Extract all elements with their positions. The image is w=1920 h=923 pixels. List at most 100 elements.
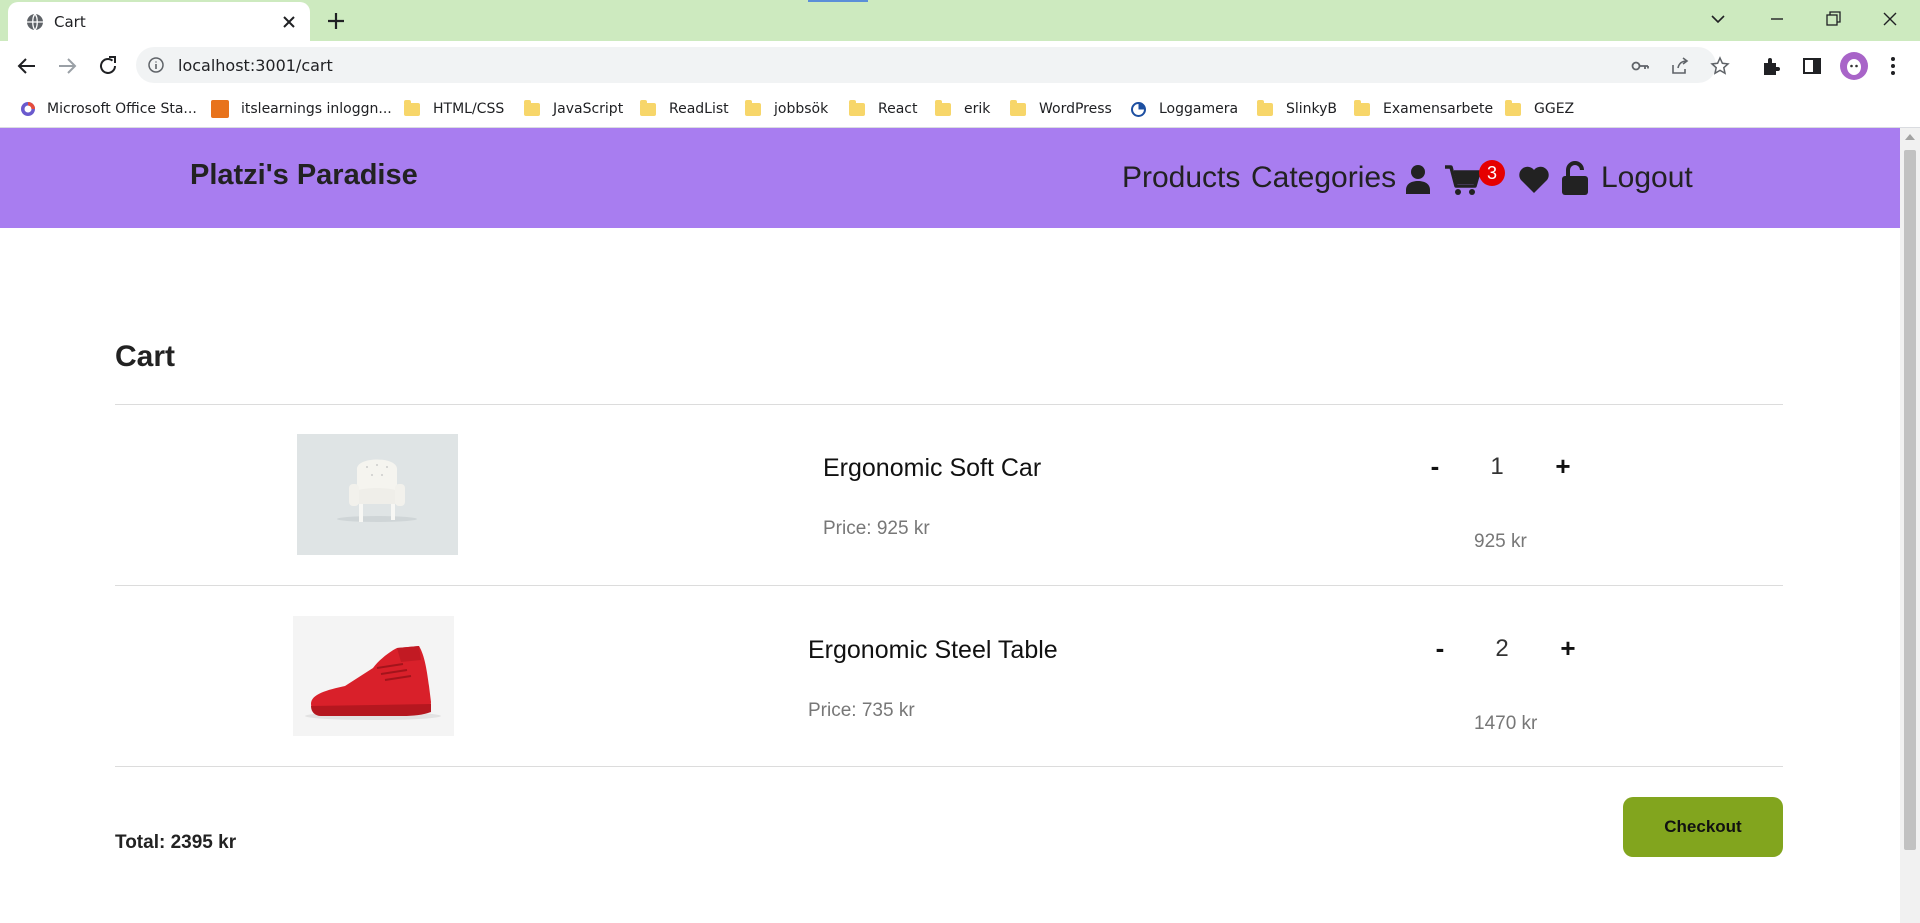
page-viewport: Platzi's Paradise Products Categories 3 … — [0, 128, 1900, 923]
bookmark-label: itslearnings inloggn... — [241, 101, 392, 117]
heart-icon[interactable] — [1518, 166, 1550, 194]
checkout-button[interactable]: Checkout — [1623, 797, 1783, 857]
close-window-icon[interactable] — [1880, 9, 1900, 29]
side-panel-icon[interactable] — [1801, 55, 1823, 77]
browser-toolbar: localhost:3001/cart — [0, 41, 1920, 90]
profile-face-icon — [1847, 59, 1861, 75]
bookmark-label: Examensarbete — [1383, 101, 1494, 117]
unlock-icon[interactable] — [1561, 161, 1589, 195]
folder-icon — [849, 99, 865, 116]
url-text: localhost:3001/cart — [178, 56, 333, 75]
folder-icon — [1257, 99, 1273, 116]
its-icon — [211, 100, 229, 118]
site-info-icon[interactable] — [148, 57, 164, 73]
scroll-up-arrow-icon[interactable] — [1905, 134, 1915, 140]
product-price: Price: 925 kr — [823, 518, 930, 539]
share-icon[interactable] — [1670, 56, 1690, 76]
bookmark-javascript[interactable]: JavaScript — [524, 98, 623, 120]
bookmark-label: HTML/CSS — [433, 101, 505, 117]
bookmark-label: jobbsök — [774, 101, 829, 117]
cart-count-badge: 3 — [1479, 160, 1505, 186]
browser-tabstrip: Cart — [0, 0, 1920, 41]
address-bar[interactable]: localhost:3001/cart — [136, 47, 1730, 83]
product-price: Price: 735 kr — [808, 700, 915, 721]
nav-logout-link[interactable]: Logout — [1601, 161, 1693, 195]
bookmark-label: React — [878, 101, 918, 117]
folder-icon — [935, 99, 951, 116]
bookmarks-bar: Microsoft Office Sta... itslearnings inl… — [0, 90, 1920, 128]
folder-icon — [1505, 99, 1521, 116]
site-brand[interactable]: Platzi's Paradise — [190, 159, 418, 192]
cart-total: Total: 2395 kr — [115, 832, 237, 853]
reload-icon[interactable] — [96, 54, 120, 78]
line-total: 925 kr — [1474, 531, 1527, 552]
increment-quantity-button[interactable]: + — [1548, 451, 1578, 481]
sneaker-image — [293, 616, 454, 736]
decrement-quantity-button[interactable]: - — [1425, 633, 1455, 663]
bookmark-loggamera[interactable]: Loggamera — [1130, 98, 1238, 120]
back-arrow-icon[interactable] — [15, 54, 39, 78]
forward-arrow-icon[interactable] — [55, 54, 79, 78]
bookmark-label: Loggamera — [1159, 101, 1239, 117]
product-name[interactable]: Ergonomic Soft Car — [823, 454, 1041, 483]
restore-icon[interactable] — [1823, 9, 1843, 29]
product-name[interactable]: Ergonomic Steel Table — [808, 636, 1058, 665]
bookmark-label: WordPress — [1039, 101, 1112, 117]
divider — [115, 766, 1783, 767]
decrement-quantity-button[interactable]: - — [1420, 451, 1450, 481]
bookmark-ggez[interactable]: GGEZ — [1505, 98, 1574, 120]
bookmark-label: SlinkyB — [1286, 101, 1338, 117]
folder-icon — [1010, 99, 1026, 116]
product-image-sneaker[interactable] — [293, 616, 454, 736]
bookmark-label: JavaScript — [553, 101, 624, 117]
increment-quantity-button[interactable]: + — [1553, 633, 1583, 663]
scrollbar-thumb[interactable] — [1904, 150, 1916, 850]
divider — [115, 404, 1783, 405]
bookmark-examensarbete[interactable]: Examensarbete — [1354, 98, 1493, 120]
folder-icon — [524, 99, 540, 116]
folder-icon — [1354, 99, 1370, 116]
page-title: Cart — [115, 340, 176, 373]
page-scrollbar[interactable] — [1900, 128, 1920, 923]
user-icon[interactable] — [1405, 164, 1431, 194]
bookmark-label: ReadList — [669, 101, 729, 117]
tab-search-chevron-icon[interactable] — [1708, 9, 1728, 29]
new-tab-icon[interactable] — [326, 11, 346, 31]
site-header: Platzi's Paradise Products Categories 3 … — [0, 128, 1900, 228]
loggamera-icon — [1131, 101, 1146, 117]
chair-image — [297, 434, 458, 555]
folder-icon — [640, 99, 656, 116]
bookmark-star-icon[interactable] — [1710, 56, 1730, 76]
nav-products-link[interactable]: Products — [1122, 161, 1240, 195]
bookmark-itslearning[interactable]: itslearnings inloggn... — [211, 98, 392, 120]
product-image-chair[interactable] — [297, 434, 458, 555]
folder-icon — [404, 99, 420, 116]
extensions-icon[interactable] — [1760, 55, 1782, 77]
globe-icon — [27, 13, 43, 31]
bookmark-wordpress[interactable]: WordPress — [1010, 98, 1112, 120]
bookmark-jobbsok[interactable]: jobbsök — [745, 98, 828, 120]
folder-icon — [745, 99, 761, 116]
bookmark-microsoft-office[interactable]: Microsoft Office Sta... — [20, 98, 197, 120]
nav-categories-link[interactable]: Categories — [1251, 161, 1396, 195]
bookmark-slinkyb[interactable]: SlinkyB — [1257, 98, 1337, 120]
quantity-value: 2 — [1495, 635, 1509, 662]
profile-avatar[interactable] — [1840, 52, 1868, 80]
quantity-value: 1 — [1490, 453, 1504, 480]
bookmark-label: erik — [964, 101, 991, 117]
cart-icon[interactable] — [1445, 164, 1481, 196]
bookmark-erik[interactable]: erik — [935, 98, 990, 120]
tab-loading-indicator — [808, 0, 868, 2]
tab-title: Cart — [54, 13, 86, 31]
bookmark-label: Microsoft Office Sta... — [47, 101, 197, 117]
key-icon[interactable] — [1630, 56, 1650, 76]
minimize-icon[interactable] — [1767, 9, 1787, 29]
browser-tab-cart[interactable]: Cart — [8, 2, 310, 41]
menu-dots-icon[interactable] — [1882, 55, 1904, 77]
bookmark-react[interactable]: React — [849, 98, 917, 120]
bookmark-readlist[interactable]: ReadList — [640, 98, 729, 120]
close-tab-icon[interactable] — [280, 13, 298, 31]
bookmark-label: GGEZ — [1534, 101, 1575, 117]
bookmark-html-css[interactable]: HTML/CSS — [404, 98, 504, 120]
office-icon — [21, 102, 35, 116]
